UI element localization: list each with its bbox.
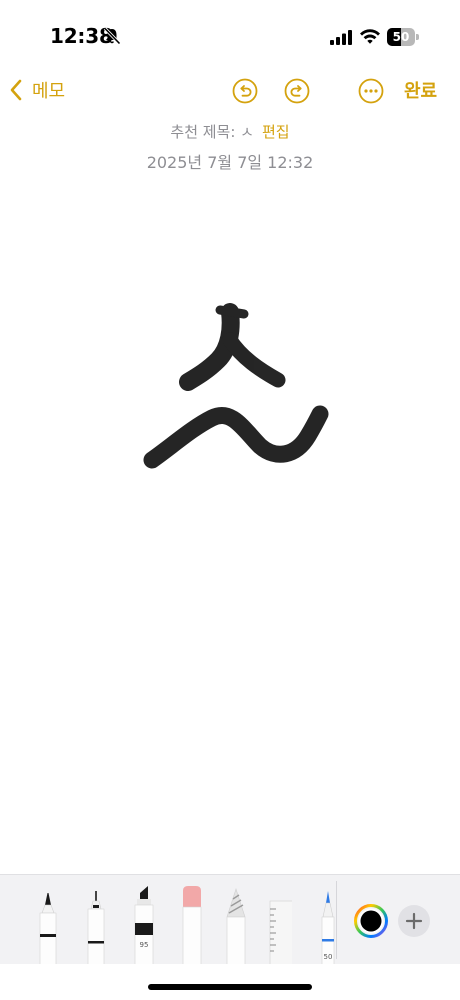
suggested-title: 추천 제목: ㅅ 편집 [0,121,460,142]
suggested-title-label: 추천 제목: ㅅ [170,123,254,141]
eraser-tool[interactable] [180,883,204,965]
back-button[interactable]: 메모 [8,76,65,104]
fineliner-tool[interactable] [84,883,108,965]
back-label: 메모 [32,81,66,102]
home-indicator[interactable] [148,984,312,990]
lasso-icon [226,888,246,965]
note-date: 2025년 7월 7일 12:32 [146,153,314,172]
pen-icon [39,893,57,965]
undo-icon[interactable] [232,78,258,104]
redo-icon[interactable] [284,78,310,104]
eraser-icon [182,886,202,965]
wifi-icon [360,29,380,44]
handwritten-drawing [143,303,329,469]
battery-percent: 50 [392,30,410,44]
chevron-left-icon [10,79,22,101]
marker-tool[interactable]: 95 [132,883,156,965]
plus-icon [405,912,423,930]
ruler-tool[interactable] [268,883,292,965]
fineliner-icon [87,891,105,965]
battery-icon: 50 [387,28,419,46]
bell-off-icon [103,27,121,45]
lasso-tool[interactable] [224,883,248,965]
status-bar: 12:38 50 [0,0,460,70]
nav-bar: 메모 완료 [0,70,460,110]
add-tool-button[interactable] [398,905,430,937]
marker-icon [134,886,154,965]
edit-title-button[interactable]: 편집 [262,123,290,141]
bottom-band [0,964,460,1000]
signal-icon [330,30,352,45]
ruler-icon [269,900,292,965]
pen-tool[interactable] [36,883,60,965]
drawing-canvas[interactable] [0,180,460,874]
more-icon[interactable] [358,78,384,104]
color-picker-icon[interactable] [354,904,388,938]
marker-width-label: 95 [139,941,149,949]
drawing-toolbar: 95 50 [0,874,460,965]
toolbar-separator [336,881,337,959]
done-button[interactable]: 완료 [404,77,437,103]
